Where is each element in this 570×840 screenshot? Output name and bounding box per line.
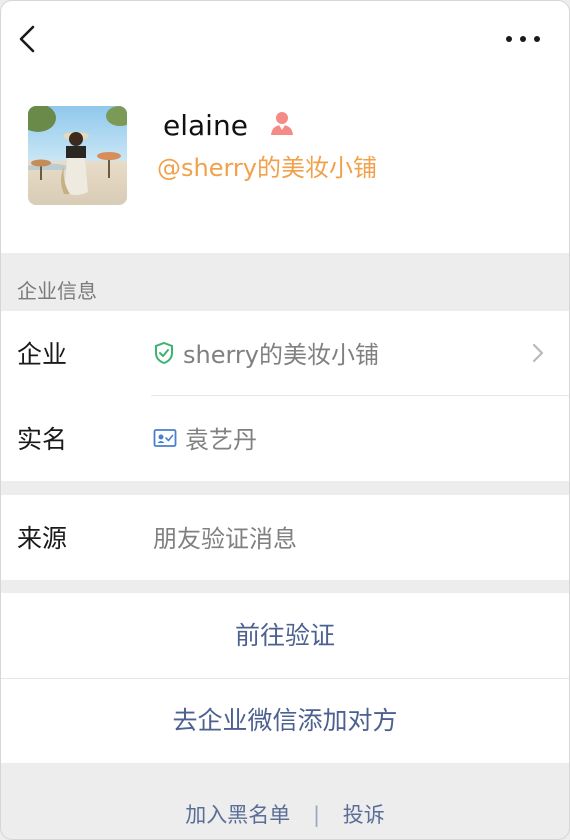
go-verify-button[interactable]: 前往验证: [1, 593, 569, 678]
source-label: 来源: [17, 524, 68, 553]
enterprise-row[interactable]: 企业 sherry的美妆小铺: [1, 311, 569, 396]
realname-label: 实名: [17, 425, 68, 454]
source-row: 来源 朋友验证消息: [1, 495, 569, 580]
add-via-wecom-button[interactable]: 去企业微信添加对方: [1, 678, 569, 763]
profile-header: elaine @sherry的美妆小铺: [1, 1, 569, 253]
enterprise-value: sherry的美妆小铺: [153, 335, 379, 370]
contact-profile-screen: elaine @sherry的美妆小铺 企业信息 企业 sherry的美妆小铺: [0, 0, 570, 840]
chevron-left-icon[interactable]: [15, 23, 39, 55]
footer-separator: |: [312, 803, 321, 827]
verified-shield-icon: [155, 341, 173, 364]
realname-row: 实名 袁艺丹: [1, 396, 569, 481]
enterprise-name: sherry的美妆小铺: [183, 341, 379, 369]
realname-text: 袁艺丹: [185, 426, 257, 454]
enterprise-info-card: 企业 sherry的美妆小铺 实名 袁艺丹: [1, 311, 569, 481]
female-icon: [271, 112, 293, 135]
report-link[interactable]: 投诉: [343, 803, 385, 827]
id-card-icon: [153, 428, 177, 447]
source-value: 朋友验证消息: [153, 525, 297, 553]
blacklist-link[interactable]: 加入黑名单: [185, 803, 290, 827]
more-horizontal-icon[interactable]: [503, 29, 543, 49]
enterprise-label: 企业: [17, 340, 68, 369]
chevron-right-icon: [532, 343, 544, 363]
profile-name: elaine: [163, 109, 248, 142]
actions-card: 前往验证 去企业微信添加对方: [1, 593, 569, 763]
source-card: 来源 朋友验证消息: [1, 495, 569, 580]
avatar[interactable]: [28, 106, 127, 205]
section-title-enterprise-info: 企业信息: [17, 279, 97, 303]
footer-links: 加入黑名单 | 投诉: [1, 799, 569, 829]
profile-corp-handle: @sherry的美妆小铺: [157, 154, 377, 182]
realname-value: 袁艺丹: [153, 420, 257, 455]
